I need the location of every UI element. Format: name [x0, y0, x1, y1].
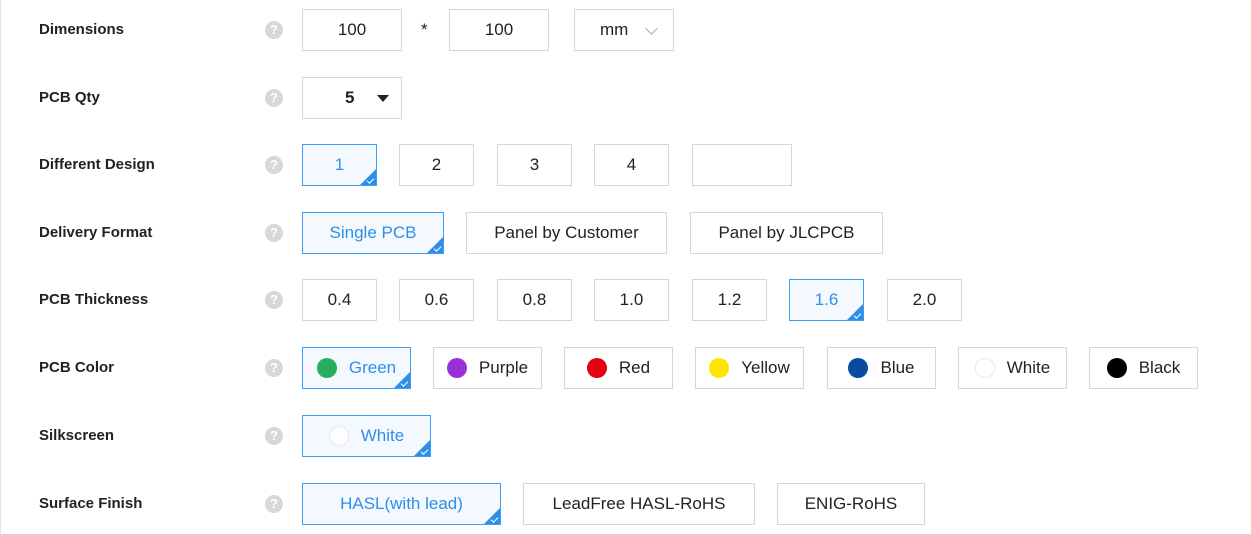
color-option-blue[interactable]: Blue — [827, 347, 936, 389]
width-input[interactable]: 100 — [302, 9, 402, 51]
help-icon[interactable]: ? — [265, 156, 283, 174]
white-swatch-icon — [974, 358, 995, 378]
help-icon[interactable]: ? — [265, 359, 283, 377]
thickness-option-1-2[interactable]: 1.2 — [692, 279, 767, 321]
help-icon[interactable]: ? — [265, 89, 283, 107]
row-pcb-qty: PCB Qty ? 5 — [1, 73, 1251, 123]
height-input[interactable]: 100 — [449, 9, 549, 51]
dimension-separator: * — [421, 20, 428, 39]
unit-value: mm — [600, 20, 629, 39]
color-option-label: Green — [348, 358, 397, 377]
different-design-label: Different Design — [39, 156, 155, 173]
design-option-3[interactable]: 3 — [497, 144, 572, 186]
row-pcb-thickness: PCB Thickness ? 0.4 0.6 0.8 1.0 1.2 1.6 … — [1, 275, 1251, 325]
thickness-option-2-0[interactable]: 2.0 — [887, 279, 962, 321]
caret-down-icon — [377, 95, 389, 102]
color-option-label: White — [1006, 358, 1051, 377]
blue-swatch-icon — [848, 358, 869, 378]
green-swatch-icon — [316, 358, 337, 378]
color-option-black[interactable]: Black — [1089, 347, 1198, 389]
color-option-yellow[interactable]: Yellow — [695, 347, 804, 389]
help-icon[interactable]: ? — [265, 427, 283, 445]
help-icon[interactable]: ? — [265, 291, 283, 309]
design-option-2[interactable]: 2 — [399, 144, 474, 186]
pcb-qty-select[interactable]: 5 — [302, 77, 402, 119]
delivery-option-panel-by-jlcpcb[interactable]: Panel by JLCPCB — [690, 212, 883, 254]
color-option-label: Yellow — [741, 358, 790, 377]
silkscreen-option-white[interactable]: White — [302, 415, 431, 457]
color-option-purple[interactable]: Purple — [433, 347, 542, 389]
design-option-4[interactable]: 4 — [594, 144, 669, 186]
pcb-thickness-label: PCB Thickness — [39, 291, 149, 308]
silkscreen-option-label: White — [360, 426, 405, 445]
design-option-1[interactable]: 1 — [302, 144, 377, 186]
row-silkscreen: Silkscreen ? White — [1, 411, 1251, 461]
white-swatch-icon — [328, 426, 349, 446]
color-option-green[interactable]: Green — [302, 347, 411, 389]
color-option-label: Red — [618, 358, 651, 377]
pcb-qty-label: PCB Qty — [39, 89, 100, 106]
color-option-red[interactable]: Red — [564, 347, 673, 389]
unit-select[interactable]: mm — [574, 9, 674, 51]
help-icon[interactable]: ? — [265, 495, 283, 513]
color-option-label: Blue — [880, 358, 915, 377]
row-different-design: Different Design ? 1 2 3 4 — [1, 140, 1251, 190]
black-swatch-icon — [1106, 358, 1127, 378]
row-delivery-format: Delivery Format ? Single PCB Panel by Cu… — [1, 208, 1251, 258]
finish-option-hasl-with-lead[interactable]: HASL(with lead) — [302, 483, 501, 525]
yellow-swatch-icon — [709, 358, 730, 378]
thickness-option-1-6[interactable]: 1.6 — [789, 279, 864, 321]
red-swatch-icon — [586, 358, 607, 378]
chevron-down-icon — [645, 22, 658, 35]
pcb-color-label: PCB Color — [39, 359, 114, 376]
row-dimensions: Dimensions ? 100 * 100 mm — [1, 5, 1251, 55]
delivery-option-single-pcb[interactable]: Single PCB — [302, 212, 444, 254]
silkscreen-label: Silkscreen — [39, 427, 115, 444]
thickness-option-0-4[interactable]: 0.4 — [302, 279, 377, 321]
thickness-option-0-8[interactable]: 0.8 — [497, 279, 572, 321]
purple-swatch-icon — [446, 358, 467, 378]
delivery-format-label: Delivery Format — [39, 224, 153, 241]
color-option-label: Purple — [478, 358, 529, 377]
help-icon[interactable]: ? — [265, 224, 283, 242]
row-pcb-color: PCB Color ? Green Purple Red Yellow Blue… — [1, 343, 1251, 393]
row-surface-finish: Surface Finish ? HASL(with lead) LeadFre… — [1, 479, 1251, 529]
pcb-qty-value: 5 — [345, 88, 355, 107]
finish-option-enig-rohs[interactable]: ENIG-RoHS — [777, 483, 925, 525]
surface-finish-label: Surface Finish — [39, 495, 143, 512]
color-option-white[interactable]: White — [958, 347, 1067, 389]
help-icon[interactable]: ? — [265, 21, 283, 39]
finish-option-leadfree-hasl-rohs[interactable]: LeadFree HASL-RoHS — [523, 483, 755, 525]
thickness-option-1-0[interactable]: 1.0 — [594, 279, 669, 321]
color-option-label: Black — [1138, 358, 1181, 377]
delivery-option-panel-by-customer[interactable]: Panel by Customer — [466, 212, 667, 254]
dimensions-label: Dimensions — [39, 21, 125, 38]
thickness-option-0-6[interactable]: 0.6 — [399, 279, 474, 321]
design-custom-input[interactable] — [692, 144, 792, 186]
